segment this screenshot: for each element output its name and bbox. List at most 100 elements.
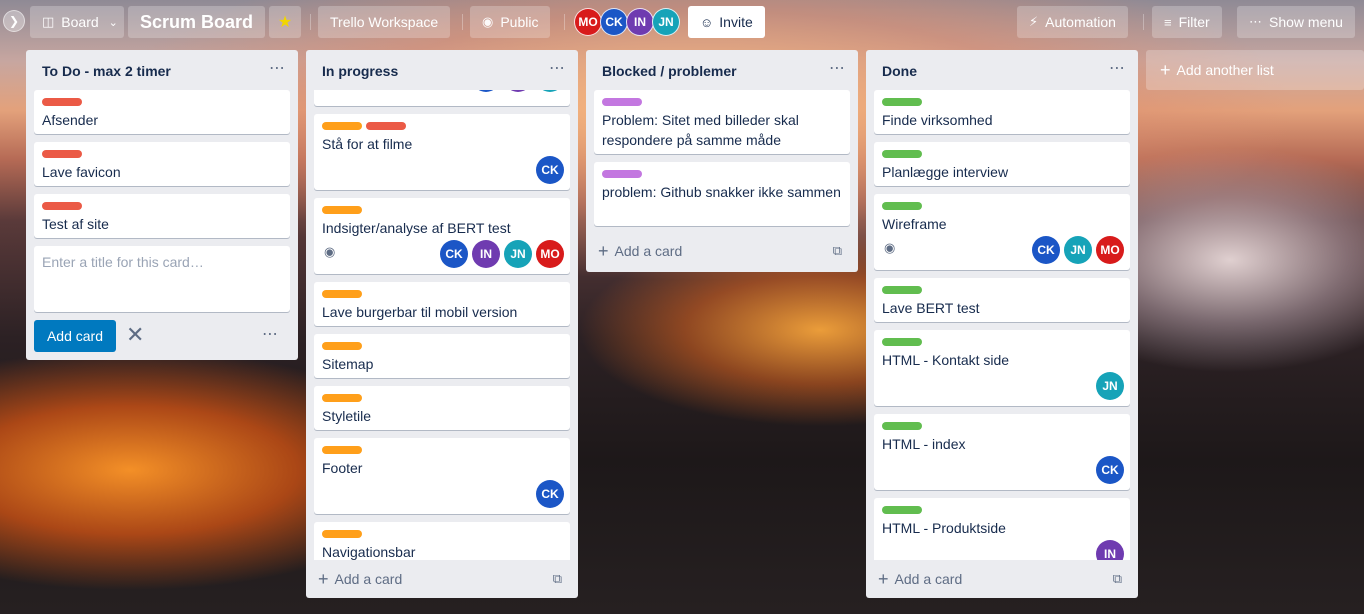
card-labels (882, 98, 926, 106)
card-template-icon[interactable]: ⧉ (833, 243, 842, 259)
card-labels (882, 422, 926, 430)
card[interactable]: Footer CK (314, 438, 570, 514)
label-orange (322, 446, 362, 454)
card[interactable]: Stå for at filme CK (314, 114, 570, 190)
star-icon[interactable]: ★ (269, 6, 301, 38)
card-template-icon[interactable]: ⧉ (1113, 571, 1122, 587)
card-labels (322, 290, 366, 298)
list-todo: To Do - max 2 timer ⋯ Afsender Lave favi… (26, 50, 298, 360)
member-avatar-ck[interactable]: CK (600, 8, 628, 36)
card[interactable]: Sitemap (314, 334, 570, 378)
board-view-switcher[interactable]: ◫ Board ⌄ (30, 6, 124, 38)
label-red (42, 202, 82, 210)
list-title[interactable]: In progress (322, 63, 398, 79)
invite-button[interactable]: ☺ Invite (688, 6, 765, 38)
card-labels (882, 286, 926, 294)
close-icon[interactable]: ✕ (126, 322, 144, 348)
automation-button[interactable]: ⚡ Automation (1017, 6, 1128, 38)
filter-button[interactable]: ≡ Filter (1152, 6, 1222, 38)
visibility-button[interactable]: ◉ Public (470, 6, 551, 38)
card[interactable]: HTML - Produktside IN (874, 498, 1130, 560)
list-title[interactable]: To Do - max 2 timer (42, 63, 171, 79)
list-title[interactable]: Blocked / problemer (602, 63, 737, 79)
card-title-input[interactable]: Enter a title for this card… (34, 246, 290, 312)
card[interactable]: Lave favicon (34, 142, 290, 186)
label-orange (322, 530, 362, 538)
show-menu-label: Show menu (1269, 14, 1343, 30)
label-purple (602, 98, 642, 106)
card-list[interactable]: Finde virksomhed Planlægge interview Wir… (866, 90, 1138, 560)
card-title: Navigationsbar (322, 544, 416, 560)
card-title: HTML - Produktside (882, 520, 1006, 536)
card-title: Stå for at filme (322, 136, 413, 152)
invite-label: Invite (719, 14, 753, 30)
card[interactable]: Problem: Sitet med billeder skal respond… (594, 90, 850, 154)
card-title: Finde virksomhed (882, 112, 993, 128)
card[interactable]: Navigationsbar (314, 522, 570, 560)
avatar: CK (472, 90, 500, 92)
card[interactable]: Lave burgerbar til mobil version (314, 282, 570, 326)
chevron-down-icon: ⌄ (108, 16, 118, 29)
card-labels (882, 150, 926, 158)
card[interactable]: Planlægge interview (874, 142, 1130, 186)
label-orange (322, 394, 362, 402)
label-red (366, 122, 406, 130)
add-card-button[interactable]: Add card (34, 320, 116, 352)
card[interactable]: CK IN JN (314, 90, 570, 106)
list-header: In progress ⋯ (306, 50, 578, 90)
label-orange (322, 122, 362, 130)
more-icon[interactable]: ⋯ (829, 58, 846, 78)
chevron-right-icon[interactable]: ❯ (3, 10, 25, 32)
card-list[interactable]: CK IN JN Stå for at filme CK Indsigter/a… (306, 90, 578, 560)
add-card-button[interactable]: + Add a card ⧉ (306, 560, 578, 598)
more-icon[interactable]: ⋯ (262, 324, 279, 344)
list-header: Done ⋯ (866, 50, 1138, 90)
add-card-button[interactable]: + Add a card ⧉ (866, 560, 1138, 598)
card-labels (42, 202, 86, 210)
card-labels (322, 206, 366, 214)
card[interactable]: HTML - Kontakt side JN (874, 330, 1130, 406)
board-title[interactable]: Scrum Board (128, 6, 266, 38)
card-template-icon[interactable]: ⧉ (553, 571, 562, 587)
card[interactable]: HTML - index CK (874, 414, 1130, 490)
more-icon[interactable]: ⋯ (269, 58, 286, 78)
divider (1143, 14, 1144, 30)
member-avatar-jn[interactable]: JN (652, 8, 680, 36)
avatar: JN (1096, 372, 1124, 400)
card[interactable]: Wireframe ◉ CK JN MO (874, 194, 1130, 270)
label-orange (322, 206, 362, 214)
avatar: CK (1096, 456, 1124, 484)
avatar: CK (536, 480, 564, 508)
globe-icon: ◉ (482, 14, 494, 29)
card-title: Problem: Sitet med billeder skal respond… (602, 112, 799, 148)
card-labels (322, 122, 410, 130)
card[interactable]: problem: Github snakker ikke sammen (594, 162, 850, 226)
avatar: JN (504, 240, 532, 268)
add-card-button[interactable]: + Add a card ⧉ (586, 232, 858, 270)
label-red (42, 150, 82, 158)
card[interactable]: Lave BERT test (874, 278, 1130, 322)
workspace-button[interactable]: Trello Workspace (318, 6, 451, 38)
card[interactable]: Afsender (34, 90, 290, 134)
show-menu-button[interactable]: ⋯ Show menu (1237, 6, 1355, 38)
member-avatar-mo[interactable]: MO (574, 8, 602, 36)
card[interactable]: Styletile (314, 386, 570, 430)
list-title[interactable]: Done (882, 63, 917, 79)
member-avatar-in[interactable]: IN (626, 8, 654, 36)
more-icon[interactable]: ⋯ (1109, 58, 1126, 78)
divider (564, 14, 565, 30)
more-icon: ⋯ (1249, 14, 1262, 29)
card-title: Lave BERT test (882, 300, 980, 316)
board-view-label: Board (61, 14, 99, 30)
card[interactable]: Test af site (34, 194, 290, 238)
card-title: problem: Github snakker ikke sammen (602, 184, 841, 200)
more-icon[interactable]: ⋯ (549, 58, 566, 78)
label-orange (322, 342, 362, 350)
card[interactable]: Finde virksomhed (874, 90, 1130, 134)
card[interactable]: Indsigter/analyse af BERT test ◉ CK IN J… (314, 198, 570, 274)
add-list-button[interactable]: + Add another list (1146, 50, 1364, 90)
label-purple (602, 170, 642, 178)
card-title: Footer (322, 460, 363, 476)
label-green (882, 202, 922, 210)
label-green (882, 506, 922, 514)
